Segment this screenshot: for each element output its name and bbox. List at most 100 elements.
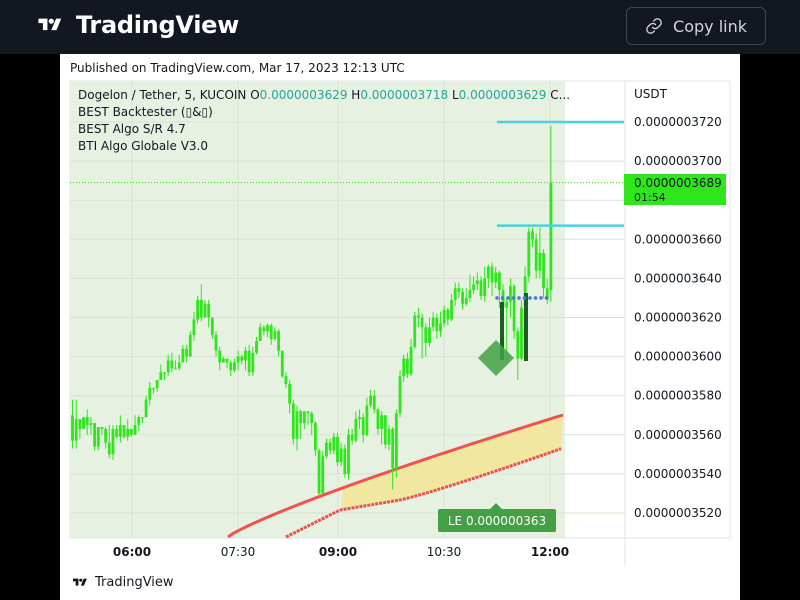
y-tick-label: 0.0000003720 <box>634 115 722 129</box>
candle-body <box>413 315 417 347</box>
candle-body <box>111 428 115 455</box>
candle-body <box>280 350 284 377</box>
candle-body <box>74 419 78 441</box>
candle-body <box>310 413 314 424</box>
indicator-legend: BEST Algo S/R 4.7 <box>78 122 186 136</box>
candle-body <box>343 448 347 474</box>
y-tick-label: 0.0000003640 <box>634 271 722 285</box>
candle-body <box>468 290 472 298</box>
candle-body <box>177 362 181 369</box>
candle-body <box>221 358 225 363</box>
candle-body <box>203 303 207 318</box>
candle-body <box>273 331 277 340</box>
y-tick-label: 0.0000003580 <box>634 389 722 403</box>
candle-body <box>479 280 483 296</box>
candle-body <box>398 376 402 414</box>
candle-body <box>229 362 233 371</box>
candle-body <box>490 266 494 283</box>
candle-body <box>520 307 523 359</box>
candle-body <box>336 436 339 463</box>
candle-body <box>291 403 295 439</box>
candle-body <box>210 317 214 336</box>
candle-body <box>104 428 108 443</box>
candle-body <box>244 350 247 361</box>
candle-body <box>295 411 299 439</box>
dotted-level-dot <box>539 296 543 300</box>
tradingview-logo-icon <box>72 578 87 586</box>
candle-body <box>332 436 336 451</box>
candle-body <box>306 411 310 414</box>
candle-body <box>133 425 137 435</box>
y-tick-label: 0.0000003520 <box>634 506 722 520</box>
candle-body <box>100 426 104 429</box>
candle-body <box>152 387 155 389</box>
candle-body <box>435 317 439 332</box>
candle-body <box>483 278 487 296</box>
candle-body <box>365 405 369 435</box>
candle-body <box>247 350 251 373</box>
candle-body <box>185 348 188 357</box>
footer-brand[interactable]: TradingView <box>70 575 174 590</box>
candle-body <box>181 348 185 363</box>
candle-body <box>129 428 133 435</box>
y-tick-label: 0.0000003540 <box>634 467 722 481</box>
current-price-label: 0.0000003689 <box>634 176 722 190</box>
candle-body <box>497 272 501 291</box>
candle-body <box>137 417 141 426</box>
candle-body <box>255 340 258 353</box>
price-chart[interactable]: LE 0.000000363 Dogelon / Tether, 5, KUCOI… <box>0 0 800 600</box>
x-tick-label: 09:00 <box>319 545 357 559</box>
candle-body <box>453 288 457 300</box>
candle-body <box>299 411 303 424</box>
signal-bar <box>524 293 528 361</box>
candle-body <box>170 360 174 369</box>
candle-body <box>512 286 516 332</box>
candle-body <box>424 327 428 343</box>
candle-body <box>277 331 280 351</box>
dotted-level-dot <box>528 296 532 300</box>
le-label-text: LE 0.000000363 <box>448 514 546 528</box>
dotted-level-dot <box>544 296 549 300</box>
y-tick-label: 0.0000003560 <box>634 428 722 442</box>
candle-body <box>107 442 111 455</box>
candle-body <box>166 360 170 373</box>
x-tick-label: 07:30 <box>221 545 256 559</box>
y-tick-label: 0.0000003620 <box>634 311 722 325</box>
candle-body <box>317 450 321 494</box>
dotted-level-dot <box>495 296 499 300</box>
candle-body <box>93 423 96 447</box>
candle-body <box>233 362 236 371</box>
candle-body <box>538 252 542 271</box>
candle-body <box>372 395 376 410</box>
candle-body <box>313 423 317 451</box>
candle-body <box>218 350 222 363</box>
candle-body <box>461 292 464 304</box>
x-tick-label: 06:00 <box>113 545 151 559</box>
candle-body <box>486 266 490 279</box>
candle-body <box>269 325 273 340</box>
candle-body <box>376 409 380 429</box>
candle-body <box>225 358 229 363</box>
candle-body <box>439 323 442 332</box>
candle-body <box>207 303 211 318</box>
candle-body <box>174 368 177 370</box>
candle-body <box>339 448 343 463</box>
candle-body <box>144 399 148 418</box>
candle-body <box>446 309 450 320</box>
indicator-legend: BTI Algo Globale V3.0 <box>78 139 208 153</box>
candle-body <box>236 356 240 363</box>
candle-body <box>531 231 534 240</box>
candle-body <box>417 315 420 318</box>
candle-body <box>391 428 395 469</box>
candle-body <box>214 335 218 351</box>
candle-body <box>148 387 152 400</box>
dotted-level-dot <box>511 296 516 300</box>
candle-body <box>383 415 387 445</box>
footer-brand-name: TradingView <box>95 575 174 590</box>
candle-body <box>431 317 435 328</box>
candle-body <box>196 299 200 320</box>
candle-body <box>115 428 119 437</box>
candle-body <box>402 358 406 377</box>
candle-body <box>475 280 479 285</box>
candle-body <box>199 299 203 318</box>
